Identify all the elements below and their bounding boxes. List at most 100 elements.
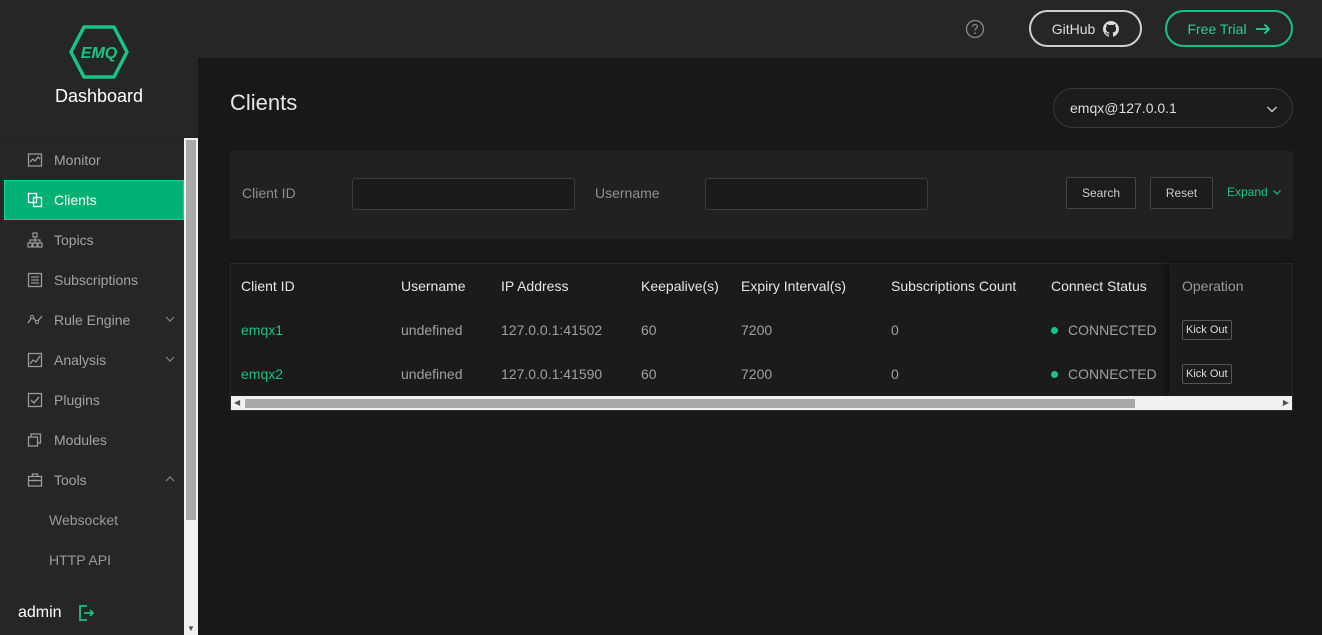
github-icon <box>1103 20 1120 37</box>
client-id-filter-label: Client ID <box>242 185 296 201</box>
search-filter-panel: Client ID Username Search Reset Expand <box>230 151 1293 239</box>
operation-cell: Kick Out <box>1182 352 1232 396</box>
sidebar-item-modules[interactable]: Modules <box>0 420 184 460</box>
username-cell: undefined <box>401 322 463 338</box>
sidebar-item-rule-engine[interactable]: Rule Engine <box>0 300 184 340</box>
sidebar-scrollbar[interactable]: ▼ <box>184 138 198 635</box>
column-header-subscriptions-count: Subscriptions Count <box>891 278 1017 294</box>
subscriptions-icon <box>26 271 44 289</box>
expiry-interval-cell: 7200 <box>741 366 773 382</box>
sidebar-item-monitor[interactable]: Monitor <box>0 140 184 180</box>
sidebar-item-analysis[interactable]: Analysis <box>0 340 184 380</box>
table-row: emqx2 undefined 127.0.0.1:41590 60 7200 … <box>231 352 1292 396</box>
connect-status-cell: CONNECTED <box>1051 352 1157 396</box>
rule-engine-icon <box>26 311 44 329</box>
toolbox-icon <box>26 471 44 489</box>
sidebar-item-label: Tools <box>54 472 87 488</box>
client-id-link[interactable]: emqx2 <box>241 352 283 396</box>
help-icon[interactable] <box>965 19 985 39</box>
column-header-client-id: Client ID <box>241 278 295 294</box>
free-trial-button[interactable]: Free Trial <box>1165 10 1293 47</box>
ip-address-cell: 127.0.0.1:41590 <box>501 366 603 382</box>
operation-cell: Kick Out <box>1182 308 1232 352</box>
github-button-label: GitHub <box>1051 20 1096 37</box>
monitor-icon <box>26 151 44 169</box>
sidebar-item-label: Topics <box>54 232 94 248</box>
client-id-input[interactable] <box>352 178 575 210</box>
kick-out-button[interactable]: Kick Out <box>1182 364 1232 384</box>
table-scrollbar-thumb[interactable] <box>245 399 1135 408</box>
sidebar-item-label: Monitor <box>54 152 101 168</box>
top-header: GitHub Free Trial <box>198 0 1322 58</box>
chevron-down-icon <box>1267 106 1277 113</box>
table-horizontal-scrollbar[interactable]: ◀ ▶ <box>231 396 1292 410</box>
sidebar-menu: Monitor Clients Topics Subscriptions Rul… <box>0 140 184 580</box>
sidebar-item-label: Subscriptions <box>54 272 139 288</box>
column-header-expiry-interval: Expiry Interval(s) <box>741 278 847 294</box>
sidebar-item-subscriptions[interactable]: Subscriptions <box>0 260 184 300</box>
topics-icon <box>26 231 44 249</box>
connect-status-text: CONNECTED <box>1068 322 1157 338</box>
expand-filter-toggle[interactable]: Expand <box>1227 185 1282 199</box>
scroll-down-arrow-icon[interactable]: ▼ <box>187 624 195 633</box>
clients-icon <box>26 191 44 209</box>
column-header-connect-status: Connect Status <box>1051 278 1147 294</box>
node-select[interactable]: emqx@127.0.0.1 <box>1053 88 1293 128</box>
sidebar-item-label: Plugins <box>54 392 100 408</box>
sidebar-item-label: Analysis <box>54 352 107 368</box>
table-row: emqx1 undefined 127.0.0.1:41502 60 7200 … <box>231 308 1292 352</box>
github-button[interactable]: GitHub <box>1029 10 1142 47</box>
connect-status-text: CONNECTED <box>1068 366 1157 382</box>
column-header-operation: Operation <box>1182 278 1244 294</box>
keepalive-cell: 60 <box>641 366 657 382</box>
page-title: Clients <box>230 90 298 115</box>
column-header-ip-address: IP Address <box>501 278 569 294</box>
ip-address-cell: 127.0.0.1:41502 <box>501 322 603 338</box>
expand-label: Expand <box>1227 185 1268 199</box>
chevron-down-icon <box>165 316 175 322</box>
sidebar-item-label: Modules <box>54 432 107 448</box>
clients-table: Client ID Username IP Address Keepalive(… <box>230 263 1293 411</box>
username-input[interactable] <box>705 178 928 210</box>
sidebar-subitem-http-api[interactable]: HTTP API <box>0 540 184 580</box>
modules-icon <box>26 431 44 449</box>
column-header-username: Username <box>401 278 466 294</box>
sidebar-item-label: Rule Engine <box>54 312 131 328</box>
subscriptions-count-cell: 0 <box>891 322 899 338</box>
emq-logo-icon: EMQ <box>69 25 129 79</box>
connect-status-cell: CONNECTED <box>1051 308 1157 352</box>
keepalive-cell: 60 <box>641 322 657 338</box>
search-button[interactable]: Search <box>1066 177 1136 209</box>
node-select-value: emqx@127.0.0.1 <box>1070 100 1177 116</box>
brand-title: Dashboard <box>54 86 144 106</box>
username-filter-label: Username <box>595 185 660 201</box>
sidebar-item-plugins[interactable]: Plugins <box>0 380 184 420</box>
client-id-link[interactable]: emqx1 <box>241 308 283 352</box>
sidebar-item-topics[interactable]: Topics <box>0 220 184 260</box>
sidebar-item-tools[interactable]: Tools <box>0 460 184 500</box>
username-cell: undefined <box>401 366 463 382</box>
status-dot-icon <box>1051 326 1058 334</box>
column-header-keepalive: Keepalive(s) <box>641 278 719 294</box>
chevron-down-icon <box>165 356 175 362</box>
sidebar-item-clients[interactable]: Clients <box>4 180 184 220</box>
brand: EMQ Dashboard <box>0 0 198 138</box>
kick-out-button[interactable]: Kick Out <box>1182 320 1232 340</box>
subscriptions-count-cell: 0 <box>891 366 899 382</box>
sidebar-item-label: Clients <box>54 192 97 208</box>
reset-button[interactable]: Reset <box>1150 177 1213 209</box>
scroll-left-arrow-icon[interactable]: ◀ <box>234 398 240 407</box>
analysis-icon <box>26 351 44 369</box>
table-header-row: Client ID Username IP Address Keepalive(… <box>231 264 1292 308</box>
free-trial-button-label: Free Trial <box>1187 20 1247 37</box>
status-dot-icon <box>1051 370 1058 378</box>
scroll-right-arrow-icon[interactable]: ▶ <box>1283 398 1289 407</box>
chevron-down-icon <box>1272 190 1281 195</box>
sidebar-scrollbar-thumb[interactable] <box>186 140 196 520</box>
chevron-up-icon <box>165 476 175 482</box>
sidebar-subitem-websocket[interactable]: Websocket <box>0 500 184 540</box>
operation-column-fixed: Operation Kick Out Kick Out <box>1169 264 1292 396</box>
app: EMQ Dashboard Monitor Clients Topics Sub… <box>0 0 1322 635</box>
plugins-icon <box>26 391 44 409</box>
logout-icon[interactable] <box>76 603 96 623</box>
